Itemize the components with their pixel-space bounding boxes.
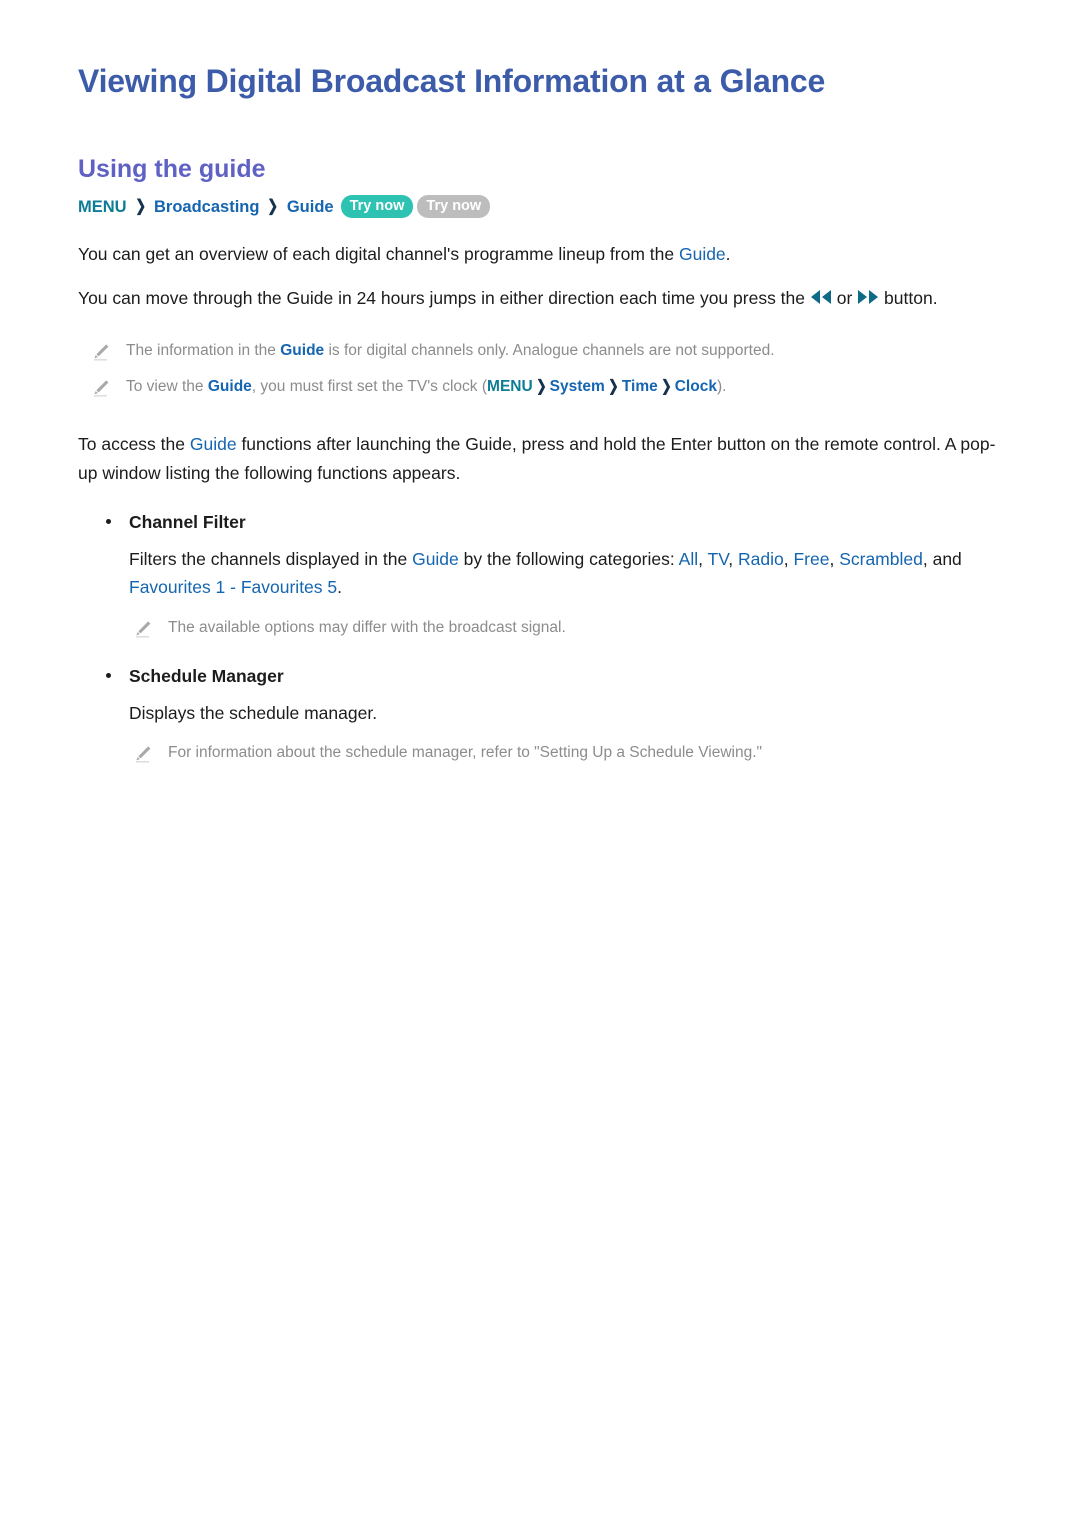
pencil-icon	[134, 620, 152, 638]
keyword-guide[interactable]: Guide	[280, 342, 324, 359]
fast-forward-icon	[857, 289, 879, 305]
note-row: The available options may differ with th…	[78, 616, 1002, 641]
bullet-body-schedule-manager: Displays the schedule manager.	[78, 699, 1002, 727]
note-text: For information about the schedule manag…	[168, 744, 763, 762]
access-text-part-a: To access the	[78, 434, 190, 455]
page-title: Viewing Digital Broadcast Information at…	[78, 63, 826, 99]
note-text: To view the Guide, you must first set th…	[126, 375, 726, 400]
note1-part-b: is for digital channels only. Analogue c…	[324, 341, 775, 359]
list-item: Channel Filter	[78, 509, 1002, 535]
bullet-label-schedule-manager: Schedule Manager	[129, 665, 284, 686]
bullet-label-channel-filter: Channel Filter	[129, 511, 246, 532]
cf-and: , and	[922, 549, 962, 570]
breadcrumb-menu[interactable]: MENU	[78, 194, 127, 220]
intro2-text-or: or	[831, 288, 858, 309]
intro2-text-part-b: button.	[879, 288, 938, 309]
try-now-badge-active[interactable]: Try now	[340, 195, 414, 219]
chevron-right-icon: ❯	[661, 378, 672, 396]
cf-part-b: by the following categories:	[458, 549, 679, 570]
note1-part-a: The information in the	[126, 341, 281, 359]
pencil-icon	[92, 379, 110, 397]
cf-part-a: Filters the channels displayed in the	[129, 549, 413, 570]
chevron-right-icon: ❯	[134, 197, 146, 215]
bullet-body-channel-filter: Filters the channels displayed in the Gu…	[78, 545, 1002, 602]
schedule-manager-description: Displays the schedule manager.	[129, 702, 378, 723]
document-page: Viewing Digital Broadcast Information at…	[0, 0, 1080, 1527]
pencil-icon	[134, 745, 152, 763]
note2-part-c: ).	[716, 378, 727, 396]
category-scrambled[interactable]: Scrambled	[839, 549, 923, 569]
intro-paragraph-1: You can get an overview of each digital …	[78, 240, 1002, 268]
category-favourites-range[interactable]: Favourites 1 - Favourites 5	[129, 577, 337, 597]
category-radio[interactable]: Radio	[738, 549, 784, 569]
try-now-badge-inactive[interactable]: Try now	[417, 195, 491, 219]
intro-text-part-a: You can get an overview of each digital …	[78, 243, 679, 264]
note-menu-keyword[interactable]: MENU	[487, 378, 533, 395]
bullet-dot-icon	[106, 672, 111, 678]
pencil-icon	[92, 343, 110, 361]
keyword-guide[interactable]: Guide	[412, 549, 459, 569]
chevron-right-icon: ❯	[535, 378, 547, 396]
cf-end: .	[337, 577, 343, 598]
intro-paragraph-2: You can move through the Guide in 24 hou…	[78, 284, 1002, 312]
access-paragraph: To access the Guide functions after laun…	[78, 430, 1002, 487]
note-path-system[interactable]: System	[550, 378, 605, 395]
intro2-text-part-a: You can move through the Guide in 24 hou…	[78, 288, 810, 309]
breadcrumb: MENU ❯ Broadcasting ❯ Guide Try now Try …	[78, 194, 1002, 220]
bullet-dot-icon	[106, 518, 111, 524]
note-row: The information in the Guide is for digi…	[78, 339, 1002, 364]
category-tv[interactable]: TV	[708, 549, 729, 569]
note-text: The available options may differ with th…	[168, 618, 566, 636]
note2-part-a: To view the	[126, 378, 208, 396]
note-row: To view the Guide, you must first set th…	[78, 375, 1002, 400]
section-heading: Using the guide	[78, 155, 266, 184]
keyword-guide[interactable]: Guide	[190, 434, 237, 454]
category-free[interactable]: Free	[793, 549, 829, 569]
category-all[interactable]: All	[679, 549, 698, 569]
chevron-right-icon: ❯	[267, 197, 279, 215]
note-path-clock[interactable]: Clock	[675, 378, 717, 395]
breadcrumb-item-broadcasting[interactable]: Broadcasting	[154, 194, 259, 220]
keyword-guide[interactable]: Guide	[208, 378, 252, 395]
note-text: The information in the Guide is for digi…	[126, 339, 775, 364]
breadcrumb-item-guide[interactable]: Guide	[287, 194, 334, 220]
keyword-guide[interactable]: Guide	[679, 244, 726, 264]
chevron-right-icon: ❯	[608, 378, 619, 396]
list-item: Schedule Manager	[78, 663, 1002, 689]
note2-part-b: , you must first set the TV's clock (	[251, 378, 488, 396]
rewind-icon	[810, 289, 832, 305]
note-path-time[interactable]: Time	[622, 378, 658, 395]
channel-filter-description: Filters the channels displayed in the Gu…	[129, 549, 962, 598]
note-row: For information about the schedule manag…	[78, 741, 1002, 766]
intro-text-part-b: .	[725, 243, 731, 264]
